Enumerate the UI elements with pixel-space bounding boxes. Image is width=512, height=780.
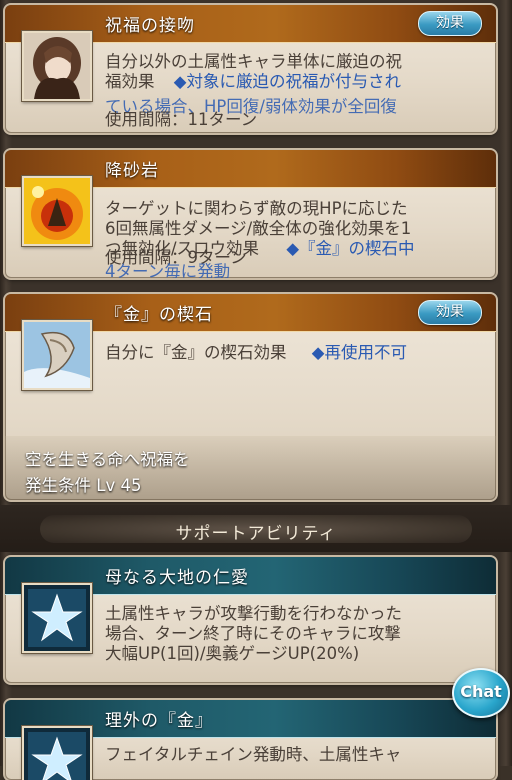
skill-2-desc-line1: ターゲットに関わらず敵の現HPに応じた [105, 199, 408, 218]
support-1-desc-line2: 場合、ターン終了時にそのキャラに攻撃 [105, 624, 401, 643]
skill-1-desc-line2: 福効果 [105, 72, 155, 91]
star-icon [22, 726, 92, 780]
skill-1-cooldown: 使用間隔：11ターン [105, 110, 258, 129]
support-card-1: 母なる大地の仁愛 土属性キャラが攻撃行動を行わなかった 場合、ターン終了時にその… [5, 557, 496, 683]
condition-level: 発生条件 Lv 45 [25, 476, 142, 495]
skill-2-desc-line2: 6回無属性ダメージ/敵全体の強化効果を1 [105, 219, 412, 238]
skill-1-desc-line1: 自分以外の土属性キャラ単体に厳迫の祝 [105, 52, 402, 71]
support-card-2: 理外の『金』 フェイタルチェイン発動時、土属性キャ [5, 700, 496, 780]
skill-card-1: 祝福の接吻 効果 自分以外の土属性キャラ単体に厳迫の祝 福効果 ◆対象に厳迫の祝… [5, 5, 496, 133]
skill-card-3: 『金』の楔石 効果 自分に『金』の楔石効果 ◆再使用不可 空を生きる命へ祝福を … [5, 294, 496, 500]
skill-2-desc-note: ◆『金』の楔石中 [286, 239, 415, 258]
support-1-desc-line3: 大幅UP(1回)/奥義ゲージUP(20%) [105, 644, 360, 663]
skill-3-title: 『金』の楔石 [105, 305, 213, 325]
star-icon [22, 583, 92, 653]
condition-name: 空を生きる命へ祝福を [25, 450, 190, 469]
skill-1-portrait-icon [22, 31, 92, 101]
effect-button[interactable]: 効果 [418, 300, 482, 325]
support-1-title: 母なる大地の仁愛 [105, 568, 249, 588]
skill-3-wedge-icon [22, 320, 92, 390]
chat-button[interactable]: Chat [452, 668, 510, 718]
support-2-title: 理外の『金』 [105, 711, 213, 731]
skill-3-desc-note: ◆再使用不可 [311, 343, 407, 362]
support-2-desc-line1: フェイタルチェイン発動時、土属性キャ [105, 745, 402, 764]
skill-2-desc-line4: 4ターン毎に発動 [105, 262, 231, 278]
skill-card-2: 降砂岩 ターゲットに関わらず敵の現HPに応じた 6回無属性ダメージ/敵全体の強化… [5, 150, 496, 278]
skill-1-desc-note: ◆対象に厳迫の祝福が付与され [173, 72, 401, 91]
skill-3-desc-line1: 自分に『金』の楔石効果 [105, 343, 287, 362]
effect-button[interactable]: 効果 [418, 11, 482, 36]
support-ability-header: サポートアビリティ [0, 505, 512, 552]
support-1-desc-line1: 土属性キャラが攻撃行動を行わなかった [105, 604, 402, 623]
section-label: サポートアビリティ [175, 524, 337, 544]
skill-2-fire-icon [22, 176, 92, 246]
unlock-condition: 空を生きる命へ祝福を 発生条件 Lv 45 [5, 436, 496, 500]
skill-2-title: 降砂岩 [105, 161, 159, 181]
chat-label: Chat [460, 682, 502, 701]
skill-1-title: 祝福の接吻 [105, 16, 195, 36]
